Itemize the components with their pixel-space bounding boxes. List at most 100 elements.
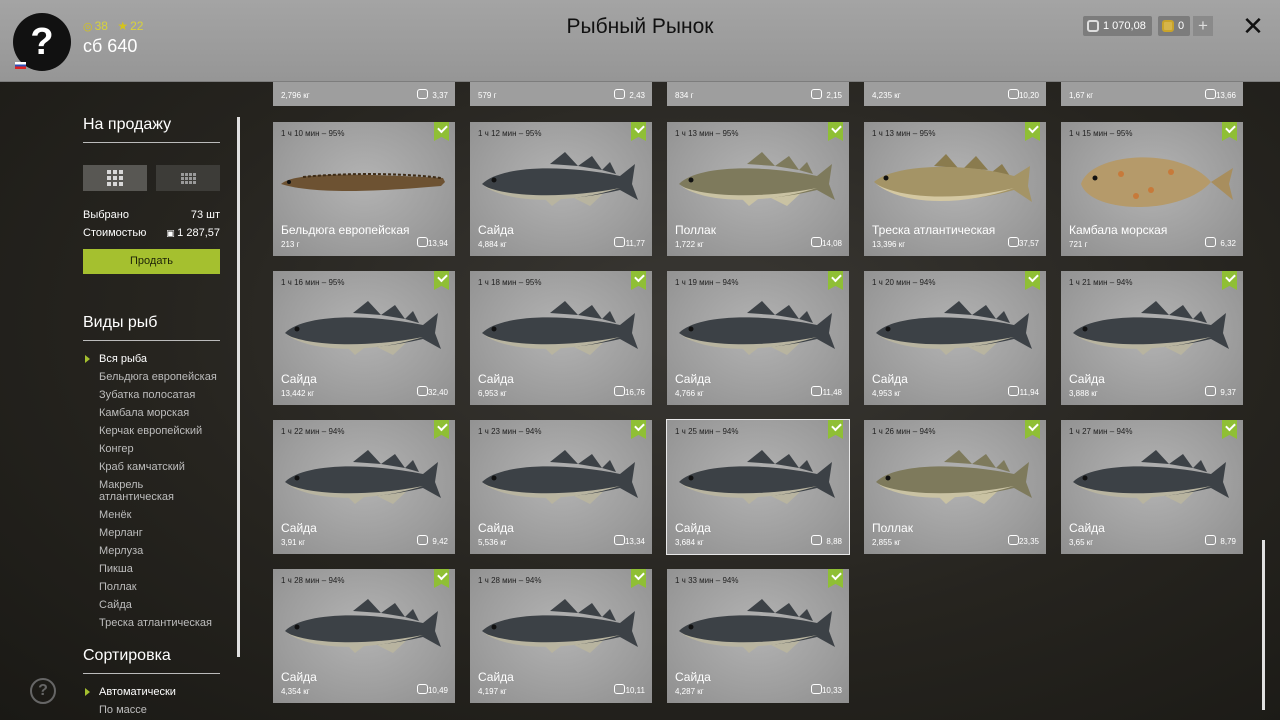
fish-price: 23,35 [1018,537,1039,546]
catch-time: 1 ч 20 мин – 94% [872,278,936,287]
eelpout-fish-image [281,173,445,191]
species-item[interactable]: Вся рыба [83,353,220,365]
fish-card[interactable]: 1 ч 20 мин – 94% Сайда 4,953 кг 11,94 [864,271,1046,405]
fish-weight: 3,684 кг [675,538,704,547]
large-grid-icon [107,170,123,186]
checkmark-icon[interactable] [828,122,843,141]
fish-card-partial[interactable]: 4,235 кг 10,20 [864,82,1046,106]
catch-time: 1 ч 19 мин – 94% [675,278,739,287]
checkmark-icon[interactable] [631,569,646,588]
fish-card[interactable]: 1 ч 19 мин – 94% Сайда 4,766 кг 11,48 [667,271,849,405]
checkmark-icon[interactable] [1222,122,1237,141]
fish-price: 6,32 [1220,239,1236,248]
checkmark-icon[interactable] [828,569,843,588]
fish-card[interactable]: 1 ч 13 мин – 95% Поллак 1,722 кг 14,08 [667,122,849,256]
large-grid-view-button[interactable] [83,165,147,191]
species-item[interactable]: Бельдюга европейская [83,371,220,383]
species-item[interactable]: Макрель атлантическая [83,479,220,503]
fish-name: Треска атлантическая [872,223,996,237]
species-item[interactable]: Треска атлантическая [83,617,220,629]
selected-count-row: Выбрано 73 шт [83,209,220,221]
species-item[interactable]: Краб камчатский [83,461,220,473]
fish-card[interactable]: 1 ч 28 мин – 94% Сайда 4,354 кг 10,49 [273,569,455,703]
add-currency-button[interactable]: + [1193,16,1213,36]
species-item[interactable]: Менёк [83,509,220,521]
checkmark-icon[interactable] [828,420,843,439]
fish-name: Сайда [1069,372,1105,386]
checkmark-icon[interactable] [631,420,646,439]
small-grid-view-button[interactable] [156,165,220,191]
silver-coin-icon [417,237,428,247]
silver-coin-icon [614,684,625,694]
fish-card[interactable]: 1 ч 27 мин – 94% Сайда 3,65 кг 8,79 [1061,420,1243,554]
saithe-fish-image [285,599,441,653]
fish-card-partial[interactable]: 1,67 кг 13,66 [1061,82,1243,106]
fish-card[interactable]: 1 ч 28 мин – 94% Сайда 4,197 кг 10,11 [470,569,652,703]
top-bar: ? ◎ 38 ★ 22 сб 640 Рыбный Рынок 1 070,08 0… [0,0,1280,82]
silver-coin-icon [811,386,822,396]
species-item[interactable]: Мерланг [83,527,220,539]
fish-card[interactable]: 1 ч 15 мин – 95% Камбала морская 721 г 6… [1061,122,1243,256]
species-item[interactable]: Сайда [83,599,220,611]
fish-card[interactable]: 1 ч 21 мин – 94% Сайда 3,888 кг 9,37 [1061,271,1243,405]
cost-amount: 1 287,57 [177,227,220,239]
checkmark-icon[interactable] [1222,271,1237,290]
checkmark-icon[interactable] [434,271,449,290]
cod-fish-image [874,154,1032,202]
species-item[interactable]: Керчак европейский [83,425,220,437]
fish-card[interactable]: 1 ч 23 мин – 94% Сайда 5,536 кг 13,34 [470,420,652,554]
fish-price: 14,08 [821,239,842,248]
fish-card[interactable]: 1 ч 22 мин – 94% Сайда 3,91 кг 9,42 [273,420,455,554]
grid-scrollbar[interactable] [1262,540,1265,710]
species-item[interactable]: Зубатка полосатая [83,389,220,401]
checkmark-icon[interactable] [434,122,449,141]
fish-price: 13,66 [1215,91,1236,100]
fish-card-partial[interactable]: 834 г 2,15 [667,82,849,106]
sell-button[interactable]: Продать [83,249,220,274]
checkmark-icon[interactable] [631,271,646,290]
catch-time: 1 ч 22 мин – 94% [281,427,345,436]
checkmark-icon[interactable] [1025,122,1040,141]
saithe-fish-image [482,301,638,355]
sort-option[interactable]: По массе [83,704,220,716]
checkmark-icon[interactable] [631,122,646,141]
fish-price: 11,94 [1019,388,1039,397]
fish-name: Поллак [872,521,913,535]
checkmark-icon[interactable] [434,420,449,439]
species-item[interactable]: Поллак [83,581,220,593]
fish-card[interactable]: 1 ч 13 мин – 95% Треска атлантическая 13… [864,122,1046,256]
sidebar-scrollbar[interactable] [237,117,240,657]
fish-card[interactable]: 1 ч 10 мин – 95% Бельдюга европейская 21… [273,122,455,256]
catch-time: 1 ч 12 мин – 95% [478,129,542,138]
fish-card[interactable]: 1 ч 25 мин – 94% Сайда 3,684 кг 8,88 [666,419,850,555]
silver-coin-icon [614,386,625,396]
gold-icon [1162,20,1174,32]
russia-flag-icon [15,62,26,69]
fish-weight: 1,67 кг [1069,91,1094,100]
checkmark-icon[interactable] [434,569,449,588]
help-icon[interactable]: ? [30,678,56,704]
fish-card[interactable]: 1 ч 12 мин – 95% Сайда 4,884 кг 11,77 [470,122,652,256]
species-item[interactable]: Мерлуза [83,545,220,557]
catch-time: 1 ч 16 мин – 95% [281,278,345,287]
fish-card[interactable]: 1 ч 26 мин – 94% Поллак 2,855 кг 23,35 [864,420,1046,554]
species-item[interactable]: Конгер [83,443,220,455]
checkmark-icon[interactable] [1025,420,1040,439]
sort-option[interactable]: Автоматически [83,686,220,698]
catch-time: 1 ч 27 мин – 94% [1069,427,1133,436]
silver-coin-icon [614,89,625,99]
gold-value: 0 [1178,20,1185,32]
fish-card[interactable]: 1 ч 18 мин – 95% Сайда 6,953 кг 16,76 [470,271,652,405]
silver-coin-icon [1008,535,1019,545]
checkmark-icon[interactable] [828,271,843,290]
fish-card[interactable]: 1 ч 16 мин – 95% Сайда 13,442 кг 32,40 [273,271,455,405]
fish-card-partial[interactable]: 2,796 кг 3,37 [273,82,455,106]
species-item[interactable]: Пикша [83,563,220,575]
species-item[interactable]: Камбала морская [83,407,220,419]
fish-card-partial[interactable]: 579 г 2,43 [470,82,652,106]
checkmark-icon[interactable] [1025,271,1040,290]
cost-value: ▣ 1 287,57 [166,227,220,239]
checkmark-icon[interactable] [1222,420,1237,439]
fish-card[interactable]: 1 ч 33 мин – 94% Сайда 4,287 кг 10,33 [667,569,849,703]
close-icon[interactable]: ✕ [1240,13,1266,39]
